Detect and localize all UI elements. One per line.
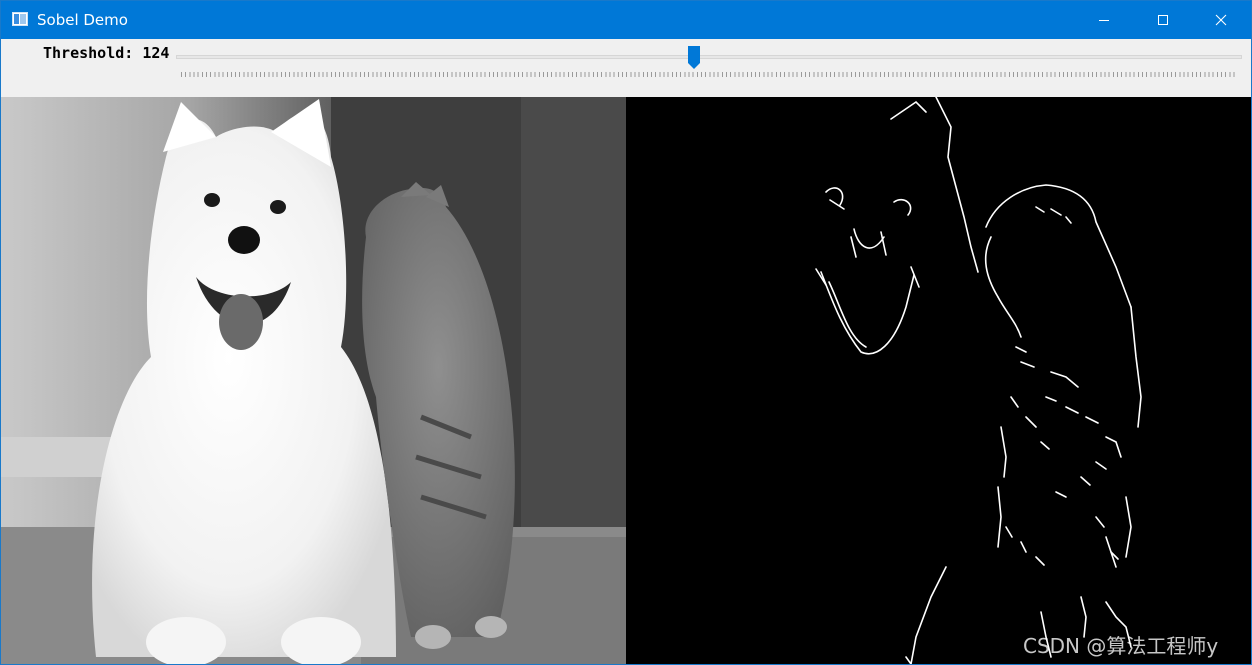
maximize-button[interactable] xyxy=(1134,1,1192,39)
threshold-value: 124 xyxy=(142,44,170,62)
threshold-label-text: Threshold: xyxy=(43,44,134,62)
close-button[interactable] xyxy=(1192,1,1250,39)
minimize-icon xyxy=(1099,20,1109,21)
threshold-label: Threshold: 124 xyxy=(43,44,169,62)
trackbar-panel: Threshold: 124 xyxy=(1,39,1251,97)
sobel-edge-image: CSDN @算法工程师y xyxy=(626,97,1251,664)
window-title: Sobel Demo xyxy=(37,11,128,29)
watermark-text: CSDN @算法工程师y xyxy=(1023,634,1219,658)
close-icon xyxy=(1215,14,1227,26)
maximize-icon xyxy=(1158,15,1168,25)
slider-ticks xyxy=(181,72,1237,77)
slider-thumb[interactable] xyxy=(688,46,701,70)
minimize-button[interactable] xyxy=(1075,1,1133,39)
threshold-slider[interactable] xyxy=(176,43,1242,83)
sobel-demo-window: Sobel Demo Threshold: 124 CSDN @算法工程师y xyxy=(0,0,1252,665)
slider-track[interactable] xyxy=(176,55,1242,59)
original-grayscale-image xyxy=(1,97,626,664)
title-bar[interactable]: Sobel Demo xyxy=(1,1,1251,39)
app-window-icon xyxy=(12,12,28,26)
image-area: CSDN @算法工程师y xyxy=(1,97,1251,664)
